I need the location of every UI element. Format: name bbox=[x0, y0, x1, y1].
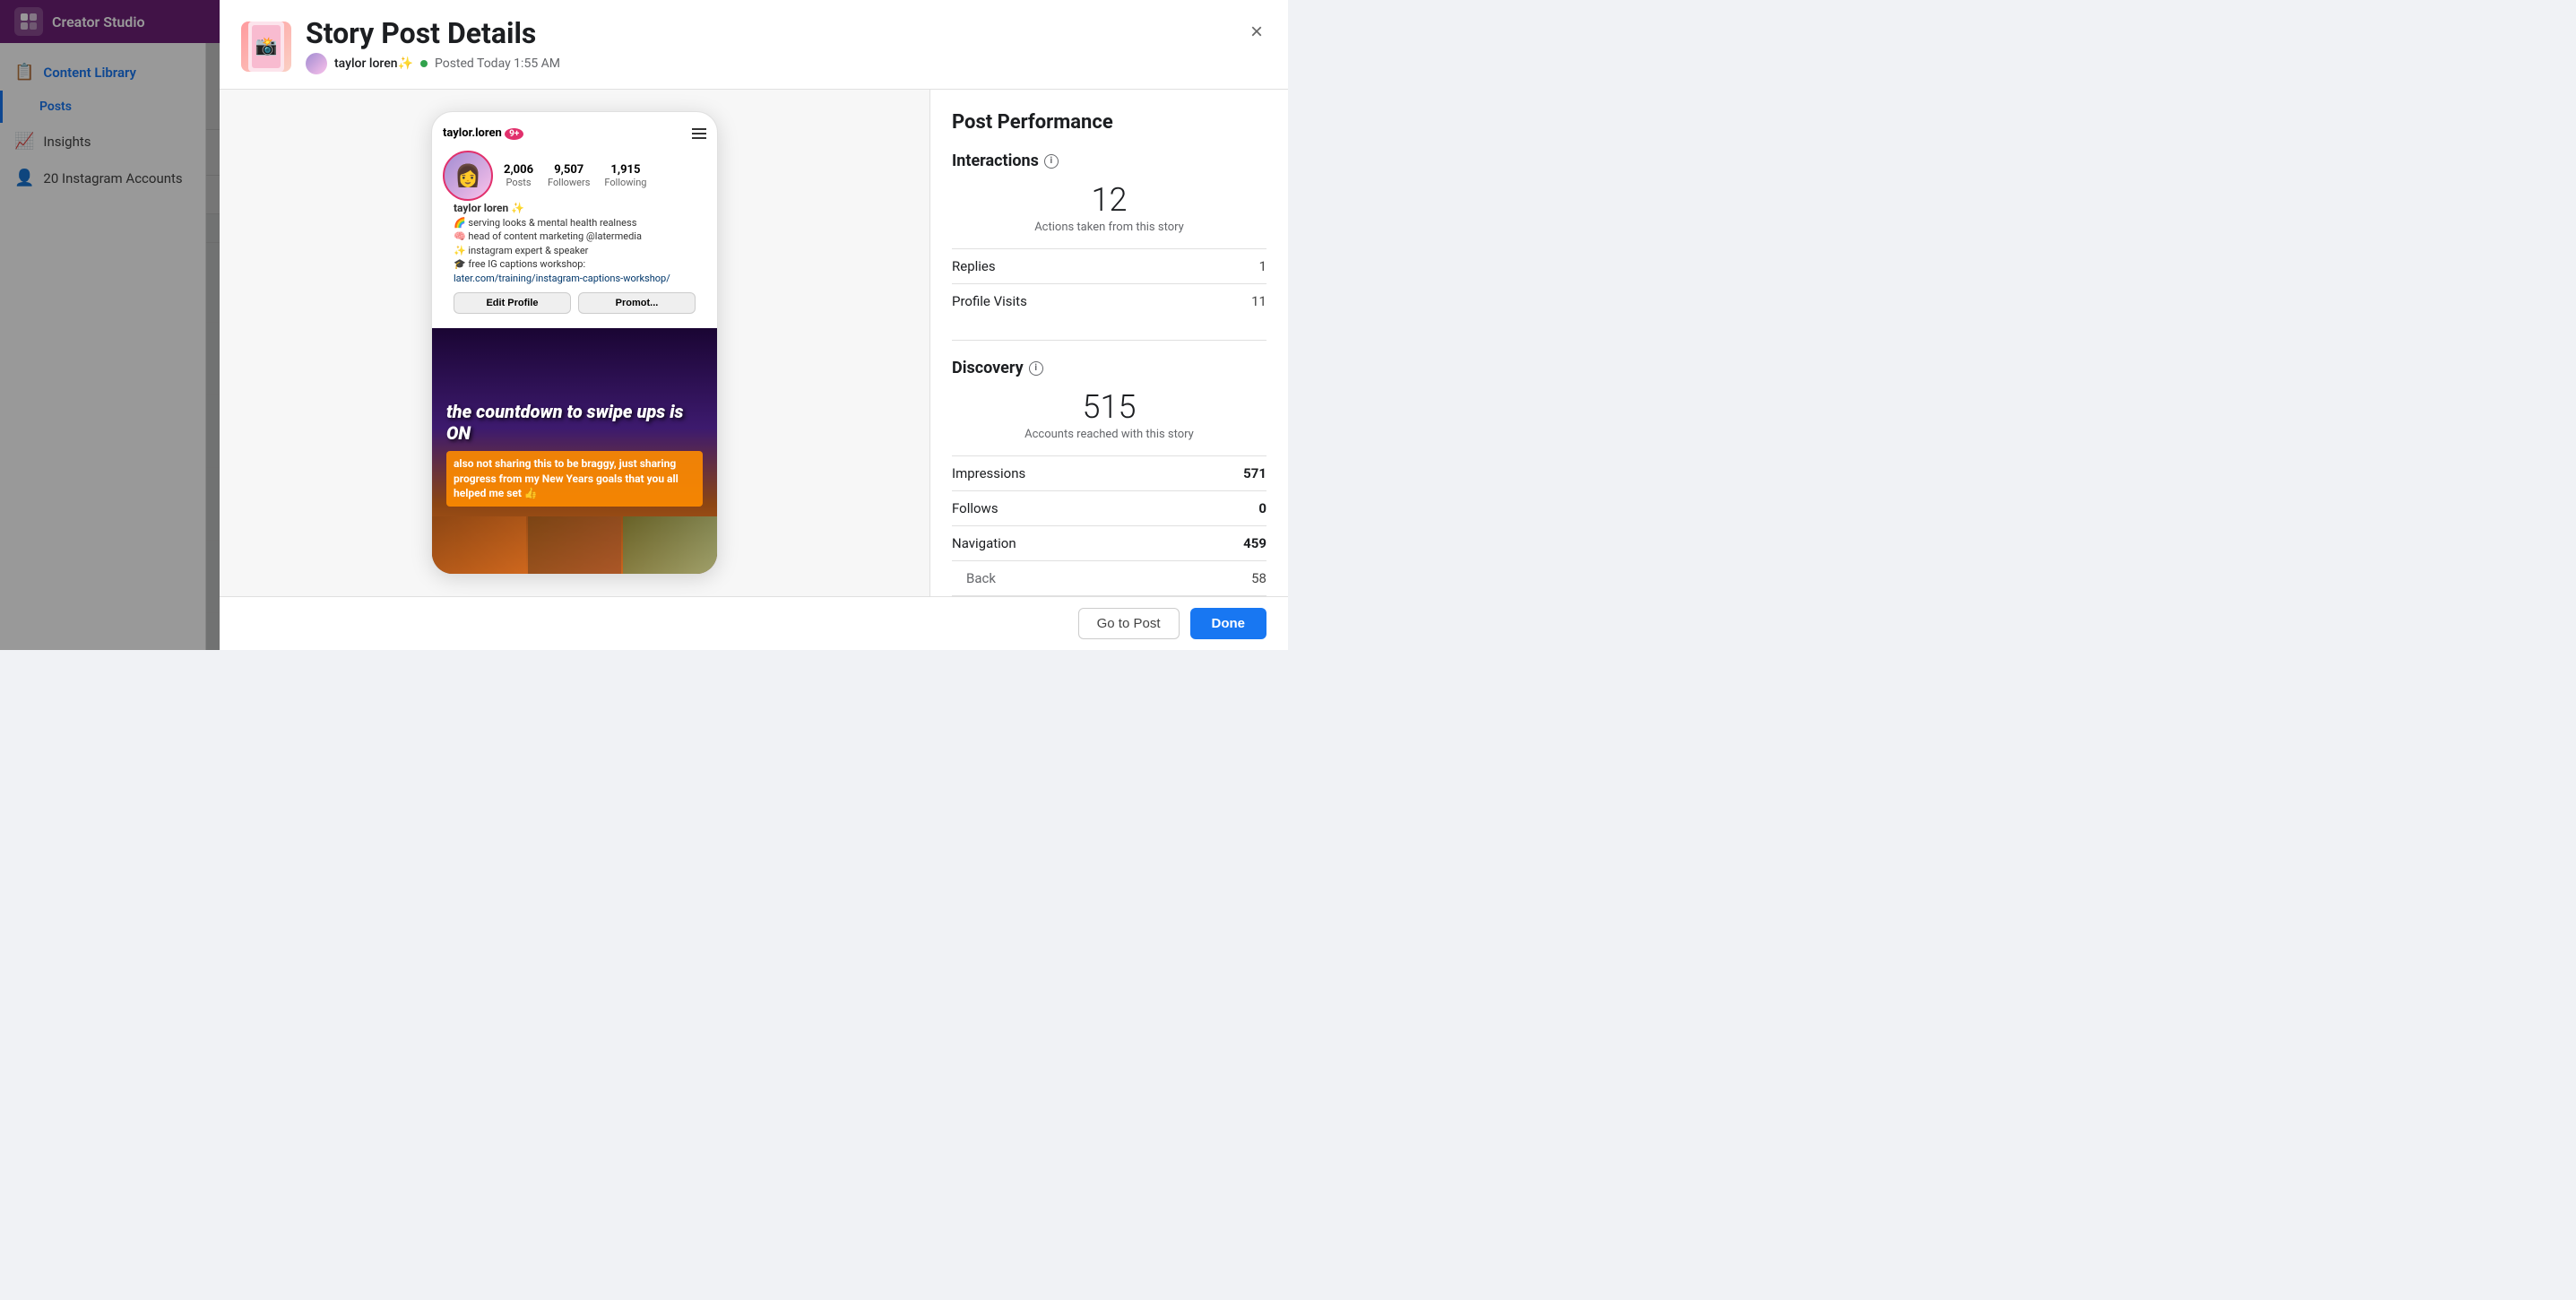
modal-header: 📸 Story Post Details taylor loren✨ Poste… bbox=[220, 43, 1288, 90]
following-stat: 1,915 Following bbox=[604, 163, 646, 188]
modal-footer: Go to Post Done bbox=[220, 596, 1288, 650]
phone-mockup: taylor.loren 9+ 👩 bbox=[431, 111, 718, 575]
impressions-value: 571 bbox=[1243, 465, 1266, 481]
follows-row: Follows 0 bbox=[952, 490, 1266, 525]
modal-posted-time: Posted Today 1:55 AM bbox=[435, 56, 560, 71]
phone-promote-btn[interactable]: Promot... bbox=[578, 292, 696, 314]
discovery-section: Discovery i 515 Accounts reached with th… bbox=[952, 359, 1266, 596]
interactions-section: Interactions i 12 Actions taken from thi… bbox=[952, 152, 1266, 318]
notification-badge: 9+ bbox=[505, 128, 523, 140]
story-thumbnail: 📸 bbox=[241, 43, 291, 72]
interactions-info-icon[interactable]: i bbox=[1044, 154, 1059, 169]
modal-body: taylor.loren 9+ 👩 bbox=[220, 90, 1288, 596]
modal-title-area: Story Post Details taylor loren✨ Posted … bbox=[306, 43, 560, 74]
modal-close-button[interactable]: × bbox=[1247, 43, 1266, 47]
modal-author-avatar bbox=[306, 53, 327, 74]
modal-author-name: taylor loren✨ bbox=[334, 56, 413, 71]
story-post-details-modal: 📸 Story Post Details taylor loren✨ Poste… bbox=[220, 43, 1288, 650]
modal-meta: taylor loren✨ Posted Today 1:55 AM bbox=[306, 53, 560, 74]
story-subtext: also not sharing this to be braggy, just… bbox=[446, 451, 703, 507]
impressions-label: Impressions bbox=[952, 465, 1025, 481]
phone-story-image: the countdown to swipe ups is ON also no… bbox=[432, 328, 717, 575]
navigation-value: 459 bbox=[1243, 535, 1266, 551]
divider bbox=[952, 340, 1266, 341]
interactions-sub: Actions taken from this story bbox=[952, 221, 1266, 234]
phone-stats: 2,006 Posts 9,507 Followers bbox=[504, 163, 646, 188]
phone-edit-profile-btn[interactable]: Edit Profile bbox=[454, 292, 571, 314]
discovery-info-icon[interactable]: i bbox=[1029, 361, 1043, 376]
profile-visits-row: Profile Visits 11 bbox=[952, 283, 1266, 318]
phone-buttons: Edit Profile Promot... bbox=[443, 292, 706, 321]
story-text-overlay: the countdown to swipe ups is ON also no… bbox=[432, 386, 717, 521]
phone-bio: taylor loren ✨ 🌈 serving looks & mental … bbox=[443, 201, 706, 292]
interactions-big-number: 12 bbox=[952, 181, 1266, 219]
modal-overlay: 📸 Story Post Details taylor loren✨ Poste… bbox=[0, 43, 1288, 650]
follows-value: 0 bbox=[1258, 500, 1266, 516]
navigation-label: Navigation bbox=[952, 535, 1016, 551]
interactions-title: Interactions i bbox=[952, 152, 1266, 170]
navigation-row: Navigation 459 bbox=[952, 525, 1266, 560]
phone-username: taylor.loren 9+ bbox=[443, 126, 523, 140]
back-row: Back 58 bbox=[952, 560, 1266, 595]
posts-stat: 2,006 Posts bbox=[504, 163, 533, 188]
discovery-big-number: 515 bbox=[952, 388, 1266, 426]
follows-label: Follows bbox=[952, 500, 998, 516]
replies-row: Replies 1 bbox=[952, 248, 1266, 283]
svg-text:📸: 📸 bbox=[255, 43, 278, 56]
hamburger-icon[interactable] bbox=[692, 128, 706, 139]
replies-label: Replies bbox=[952, 258, 996, 274]
done-button[interactable]: Done bbox=[1190, 608, 1267, 639]
profile-visits-label: Profile Visits bbox=[952, 293, 1027, 309]
phone-profile-avatar: 👩 bbox=[443, 151, 493, 201]
followers-stat: 9,507 Followers bbox=[548, 163, 590, 188]
story-preview-area: taylor.loren 9+ 👩 bbox=[220, 90, 929, 596]
profile-visits-value: 11 bbox=[1251, 293, 1266, 309]
performance-panel: Post Performance Interactions i 12 Actio… bbox=[929, 90, 1288, 596]
impressions-row: Impressions 571 bbox=[952, 455, 1266, 490]
story-headline: the countdown to swipe ups is ON bbox=[446, 401, 703, 444]
back-value: 58 bbox=[1251, 570, 1266, 586]
go-to-post-button[interactable]: Go to Post bbox=[1078, 608, 1180, 639]
back-label: Back bbox=[952, 570, 996, 586]
phone-profile-header: taylor.loren 9+ 👩 bbox=[432, 112, 717, 328]
replies-value: 1 bbox=[1259, 258, 1266, 274]
performance-title: Post Performance bbox=[952, 111, 1266, 134]
discovery-title: Discovery i bbox=[952, 359, 1266, 377]
discovery-sub: Accounts reached with this story bbox=[952, 428, 1266, 441]
modal-title: Story Post Details bbox=[306, 43, 560, 49]
modal-header-left: 📸 Story Post Details taylor loren✨ Poste… bbox=[241, 43, 560, 74]
online-status-dot bbox=[420, 60, 428, 67]
